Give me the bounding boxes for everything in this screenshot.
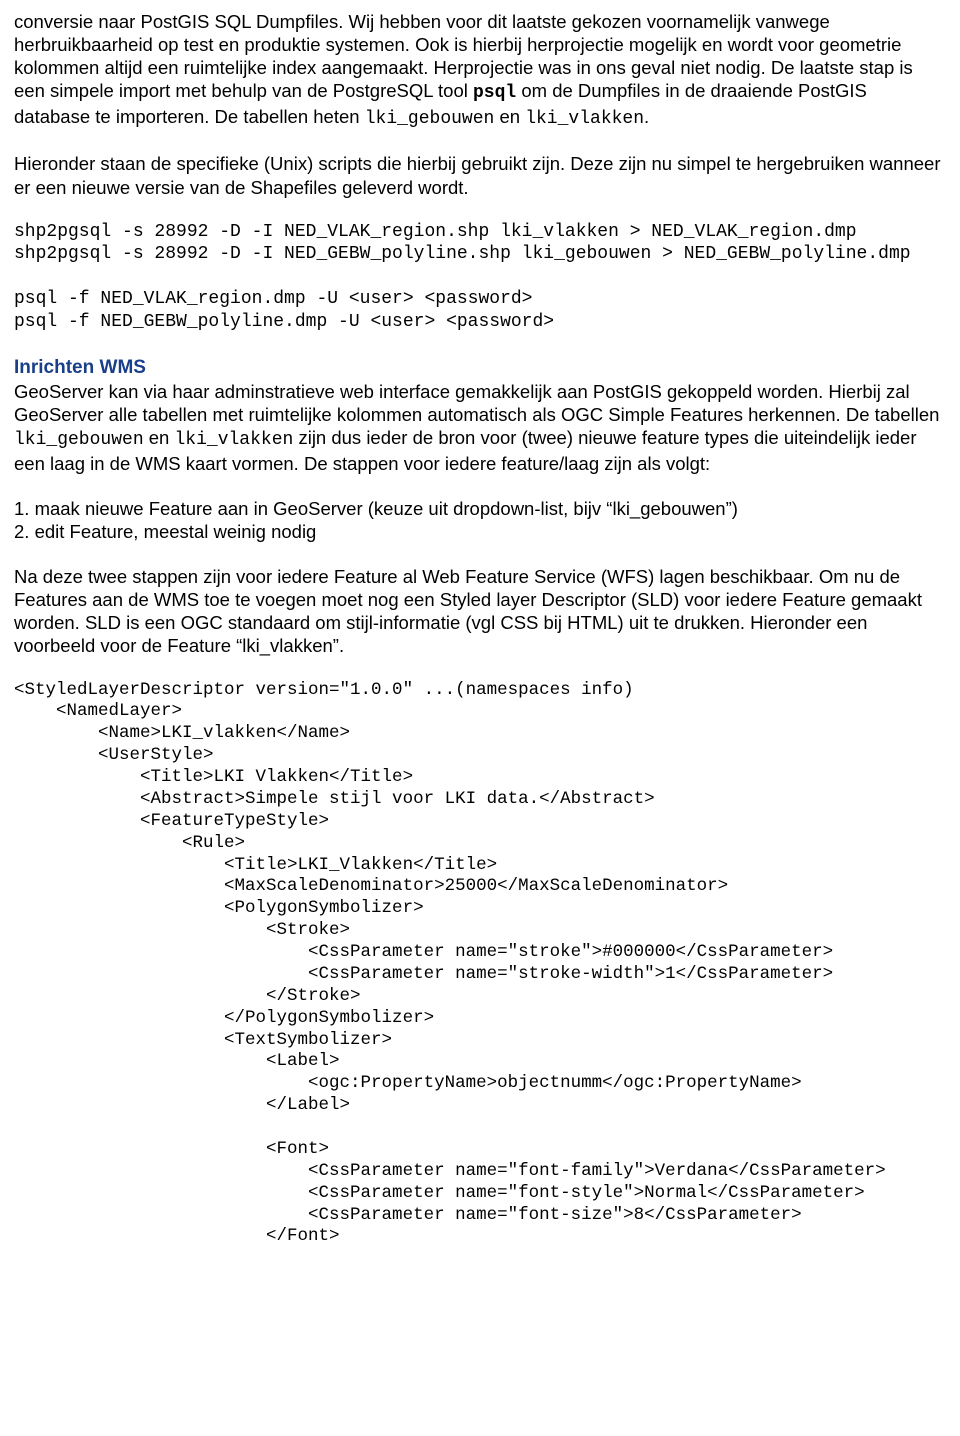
code-inline-table2b: lki_vlakken bbox=[174, 430, 293, 450]
step-1: 1. maak nieuwe Feature aan in GeoServer … bbox=[14, 497, 946, 520]
heading-inrichten-wms: Inrichten WMS bbox=[14, 357, 146, 378]
text: en bbox=[144, 427, 175, 448]
paragraph-sld-intro: Na deze twee stappen zijn voor iedere Fe… bbox=[14, 565, 946, 658]
step-2: 2. edit Feature, meestal weinig nodig bbox=[14, 520, 946, 543]
text: . bbox=[644, 106, 649, 127]
code-block-sld-xml: <StyledLayerDescriptor version="1.0.0" .… bbox=[14, 680, 946, 1249]
code-inline-psql: psql bbox=[473, 83, 516, 103]
paragraph-intro: conversie naar PostGIS SQL Dumpfiles. Wi… bbox=[14, 10, 946, 130]
paragraph-wms: Inrichten WMS GeoServer kan via haar adm… bbox=[14, 355, 946, 475]
ordered-steps: 1. maak nieuwe Feature aan in GeoServer … bbox=[14, 497, 946, 543]
text: GeoServer kan via haar adminstratieve we… bbox=[14, 381, 939, 425]
text: en bbox=[494, 106, 525, 127]
code-block-shp2pgsql: shp2pgsql -s 28992 -D -I NED_VLAK_region… bbox=[14, 221, 946, 334]
code-inline-table2: lki_vlakken bbox=[525, 109, 644, 129]
paragraph-scripts-intro: Hieronder staan de specifieke (Unix) scr… bbox=[14, 152, 946, 198]
code-inline-table1b: lki_gebouwen bbox=[14, 430, 144, 450]
code-inline-table1: lki_gebouwen bbox=[365, 109, 495, 129]
